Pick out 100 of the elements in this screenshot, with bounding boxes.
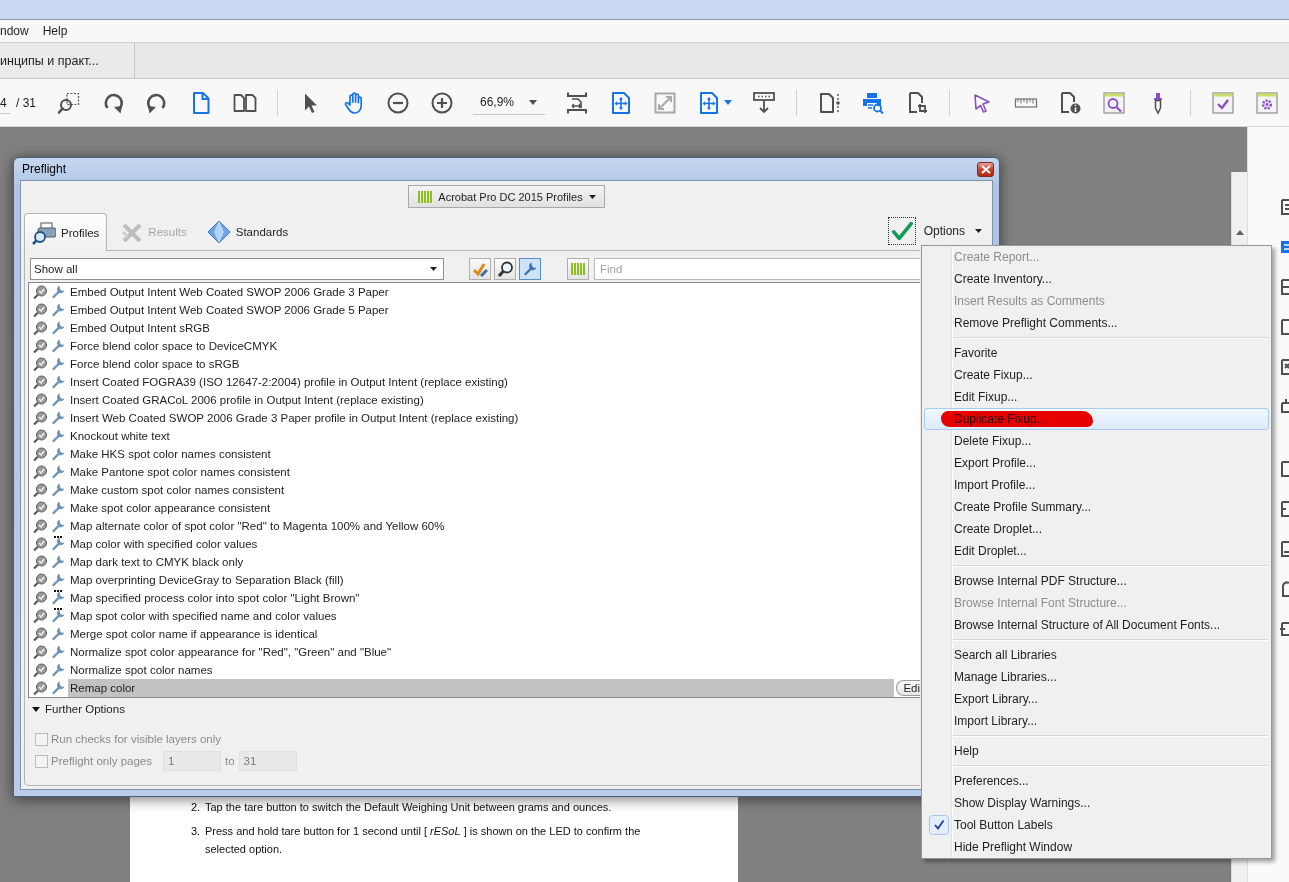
check-magnifier-icon <box>33 375 47 389</box>
menu-item[interactable]: Create Droplet... <box>924 518 1269 540</box>
profile-set-dropdown[interactable]: Acrobat Pro DC 2015 Profiles <box>408 185 605 208</box>
partial-tool-icon[interactable] <box>1278 619 1289 639</box>
fixup-item[interactable]: Make custom spot color names consistent <box>68 481 920 499</box>
wrench-icon <box>50 680 66 696</box>
menu-item[interactable]: Create Inventory... <box>924 268 1269 290</box>
filter-dropdown[interactable]: Show all <box>30 258 444 280</box>
edit-button[interactable]: Edi <box>896 680 920 696</box>
menu-bar-item[interactable]: ndow <box>0 24 29 38</box>
zoom-in-icon[interactable] <box>430 90 454 115</box>
preflight-check-button[interactable] <box>887 217 916 245</box>
fixup-item[interactable]: Force blend color space to sRGB <box>68 355 920 373</box>
menu-item[interactable]: Create Profile Summary... <box>924 496 1269 518</box>
document-tab[interactable]: инципы и практ... <box>0 43 135 78</box>
menu-item[interactable]: Edit Droplet... <box>924 540 1269 562</box>
partial-tool-icon[interactable] <box>1278 539 1289 559</box>
check-magnifier-icon <box>33 393 47 407</box>
menu-item[interactable]: Show Display Warnings... <box>924 792 1269 814</box>
fixup-item[interactable]: Merge spot color name if appearance is identical <box>68 625 920 643</box>
partial-tool-icon[interactable] <box>1278 197 1289 217</box>
find-field[interactable]: Find <box>594 258 920 280</box>
menu-item[interactable]: Delete Fixup... <box>924 430 1269 452</box>
zoom-out-icon[interactable] <box>386 90 410 115</box>
zoom-marquee-icon[interactable] <box>57 90 81 115</box>
menu-item[interactable]: Tool Button Labels <box>924 814 1269 836</box>
page-info-icon[interactable] <box>1058 90 1082 115</box>
menu-item[interactable]: Favorite <box>924 342 1269 364</box>
tray-down-arrow-icon[interactable] <box>752 90 776 115</box>
wrench-icon <box>50 428 66 444</box>
menu-item[interactable]: Browse Internal PDF Structure... <box>924 570 1269 592</box>
fixup-item[interactable]: Normalize spot color names <box>68 661 920 679</box>
page-arrows-icon[interactable] <box>609 90 633 115</box>
menu-item[interactable]: Search all Libraries <box>924 644 1269 666</box>
wrench-icon <box>522 261 538 277</box>
menu-bar-item[interactable]: Help <box>42 24 68 38</box>
fixup-item[interactable]: Knockout white text <box>68 427 920 445</box>
options-button[interactable]: Options <box>919 219 984 243</box>
fixup-item[interactable]: Remap color <box>68 679 895 697</box>
fixup-item[interactable]: Insert Web Coated SWOP 2006 Grade 3 Paper profile in Output Intent (replace existing) <box>68 409 920 427</box>
menu-item[interactable]: Import Library... <box>924 710 1269 732</box>
wrench-icon <box>50 356 66 372</box>
check-magnifier-icon <box>33 645 47 659</box>
page-number-field[interactable]: 4 <box>0 91 10 114</box>
fixup-item[interactable]: Insert Coated GRACoL 2006 profile in Output Intent (replace existing) <box>68 391 920 409</box>
check-magnifier-icon <box>33 465 47 479</box>
partial-tool-icon[interactable] <box>1278 277 1289 297</box>
caret-icon[interactable] <box>724 100 732 105</box>
fixup-item[interactable]: Map alternate color of spot color "Red" to Magenta 100% and Yellow 60% <box>68 517 920 535</box>
check-magnifier-icon <box>33 321 47 335</box>
fixup-item[interactable]: Map specified process color into spot color "Light Brown" <box>68 589 920 607</box>
fixup-item[interactable]: Normalize spot color appearance for "Red", "Green" and "Blue" <box>68 643 920 661</box>
wrench-icon <box>50 662 66 678</box>
menu-item[interactable]: Edit Fixup... <box>924 386 1269 408</box>
menu-item[interactable]: Manage Libraries... <box>924 666 1269 688</box>
printer-search-icon[interactable] <box>861 90 885 115</box>
partial-tool-icon[interactable] <box>1278 499 1289 519</box>
fixup-item[interactable]: Embed Output Intent Web Coated SWOP 2006 Grade 3 Paper <box>68 283 920 301</box>
menu-item[interactable]: Export Library... <box>924 688 1269 710</box>
fixup-item[interactable]: Map overprinting DeviceGray to Separation Black (fill) <box>68 571 920 589</box>
page-arrows-icon[interactable] <box>697 90 721 115</box>
fixup-item[interactable]: Insert Coated FOGRA39 (ISO 12647-2:2004) profile in Output Intent (replace existing) <box>68 373 920 391</box>
zoom-field[interactable]: 66,9% <box>473 90 545 115</box>
menu-item[interactable]: Browse Internal Structure of All Document Fonts... <box>924 614 1269 636</box>
window-check-icon[interactable] <box>1211 90 1235 115</box>
tab[interactable]: Profiles <box>24 213 108 251</box>
tab[interactable]: Standards <box>198 213 297 250</box>
menu-item[interactable]: Remove Preflight Comments... <box>924 312 1269 334</box>
partial-tool-icon[interactable] <box>1278 357 1289 377</box>
fixup-item[interactable]: Make Pantone spot color names consistent <box>68 463 920 481</box>
window-gear-icon[interactable] <box>1255 90 1279 115</box>
fixup-item[interactable]: Map dark text to CMYK black only <box>68 553 920 571</box>
fixup-item[interactable]: Make spot color appearance consistent <box>68 499 920 517</box>
check-magnifier-icon <box>33 483 47 497</box>
menu-item[interactable]: Hide Preflight Window <box>924 836 1269 858</box>
menu-item[interactable]: Export Profile... <box>924 452 1269 474</box>
menu-item[interactable]: Import Profile... <box>924 474 1269 496</box>
fixup-item[interactable]: Map color with specified color values <box>68 535 920 553</box>
page-slider-icon[interactable] <box>817 90 841 115</box>
fixup-item[interactable]: Make HKS spot color names consistent <box>68 445 920 463</box>
partial-tool-icon[interactable] <box>1278 317 1289 337</box>
fixup-item[interactable]: Map spot color with specified name and color values <box>68 607 920 625</box>
caret-icon[interactable] <box>529 99 537 105</box>
list-number: 3. <box>191 824 202 839</box>
fixup-item[interactable]: Force blend color space to DeviceCMYK <box>68 337 920 355</box>
page-width-icon[interactable] <box>565 90 589 115</box>
menu-item[interactable]: Create Fixup... <box>924 364 1269 386</box>
scroll-up-icon[interactable] <box>1235 230 1244 235</box>
fixup-item[interactable]: Embed Output Intent sRGB <box>68 319 920 337</box>
partial-tool-icon[interactable] <box>1278 459 1289 479</box>
menu-item[interactable]: Duplicate Fixup... <box>924 408 1269 430</box>
wrench-icon <box>50 410 66 426</box>
fixup-item[interactable]: Embed Output Intent Web Coated SWOP 2006 Grade 5 Paper <box>68 301 920 319</box>
caret-icon <box>430 267 437 271</box>
wrench-icon <box>50 374 66 390</box>
menu-item[interactable]: Preferences... <box>924 770 1269 792</box>
filter-button[interactable] <box>494 258 516 280</box>
menu-item[interactable]: Help <box>924 740 1269 762</box>
further-options-toggle[interactable]: Further Options <box>28 700 125 718</box>
window-search-icon[interactable] <box>1102 90 1126 115</box>
